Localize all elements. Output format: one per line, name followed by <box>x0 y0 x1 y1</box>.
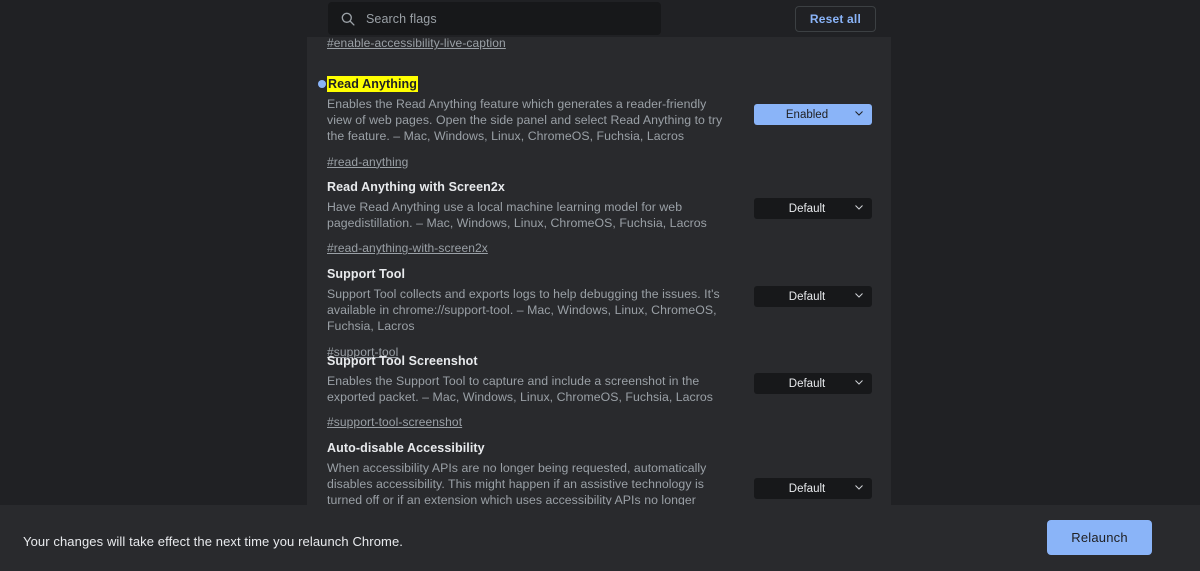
flag-permalink-row: #support-tool-screenshot <box>327 413 731 431</box>
flag-description: Have Read Anything use a local machine l… <box>327 199 731 231</box>
flag-permalink-support-tool-screenshot[interactable]: #support-tool-screenshot <box>327 415 462 429</box>
flag-entry-read-anything-with-screen2x: Read Anything with Screen2x Have Read An… <box>307 178 891 257</box>
flags-page: #enable-accessibility-live-caption Read … <box>0 0 1200 571</box>
flag-description: Enables the Read Anything feature which … <box>327 96 731 145</box>
relaunch-message: Your changes will take effect the next t… <box>23 534 403 549</box>
flag-select-read-anything-with-screen2x[interactable]: Default <box>754 198 872 219</box>
search-box[interactable] <box>328 2 661 35</box>
flag-permalink-enable-accessibility-live-caption[interactable]: #enable-accessibility-live-caption <box>327 36 506 50</box>
relaunch-bar: Your changes will take effect the next t… <box>0 505 1200 571</box>
flag-permalink-read-anything-with-screen2x[interactable]: #read-anything-with-screen2x <box>327 241 488 255</box>
flags-list: #enable-accessibility-live-caption Read … <box>0 0 1200 571</box>
flag-title: Read Anything with Screen2x <box>327 180 505 194</box>
flag-select-wrapper-support-tool-screenshot: Default <box>754 373 872 394</box>
flag-entry-support-tool: Support Tool Support Tool collects and e… <box>307 265 891 361</box>
flag-permalink-read-anything[interactable]: #read-anything <box>327 155 408 169</box>
flag-entry-read-anything: Read Anything Enables the Read Anything … <box>307 75 891 171</box>
flag-title: Auto-disable Accessibility <box>327 441 485 455</box>
flag-permalink-row: #read-anything-with-screen2x <box>327 239 731 257</box>
reset-all-button[interactable]: Reset all <box>795 6 876 32</box>
flag-body: Support Tool Support Tool collects and e… <box>307 265 891 361</box>
flag-title: Read Anything <box>327 76 418 92</box>
flag-description: Support Tool collects and exports logs t… <box>327 286 731 335</box>
flag-title: Support Tool Screenshot <box>327 354 478 368</box>
relaunch-button[interactable]: Relaunch <box>1047 520 1152 555</box>
flag-select-auto-disable-accessibility[interactable]: Default <box>754 478 872 499</box>
flag-select-wrapper-auto-disable-accessibility: Default <box>754 478 872 499</box>
flag-select-read-anything[interactable]: Enabled <box>754 104 872 125</box>
flag-select-wrapper-support-tool: Default <box>754 286 872 307</box>
flag-entry-support-tool-screenshot: Support Tool Screenshot Enables the Supp… <box>307 352 891 431</box>
clipped-flag-permalink-row: #enable-accessibility-live-caption <box>327 36 506 50</box>
flag-select-support-tool[interactable]: Default <box>754 286 872 307</box>
search-row: Reset all <box>328 2 876 35</box>
search-icon <box>340 11 356 27</box>
search-header: Reset all <box>0 0 1200 37</box>
flag-description: Enables the Support Tool to capture and … <box>327 373 731 405</box>
flag-select-wrapper-read-anything: Enabled <box>754 104 872 125</box>
search-input[interactable] <box>366 12 649 26</box>
flag-select-wrapper-read-anything-with-screen2x: Default <box>754 198 872 219</box>
flag-permalink-row: #read-anything <box>327 153 731 171</box>
flag-title: Support Tool <box>327 267 405 281</box>
experiment-active-dot-icon <box>318 80 326 88</box>
flag-select-support-tool-screenshot[interactable]: Default <box>754 373 872 394</box>
